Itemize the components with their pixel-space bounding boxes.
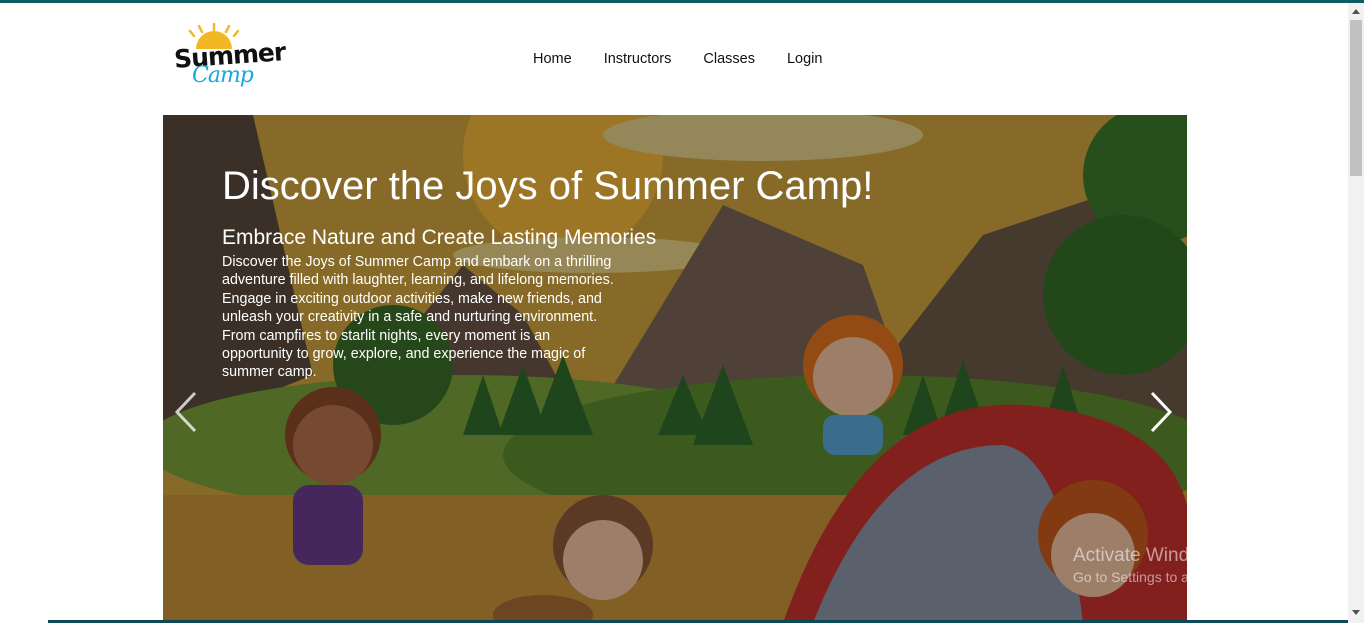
nav-instructors[interactable]: Instructors: [604, 51, 672, 67]
scrollbar-thumb[interactable]: [1350, 20, 1362, 176]
scroll-down-arrow-icon[interactable]: [1352, 610, 1360, 615]
nav-home[interactable]: Home: [533, 51, 572, 67]
main-nav: Home Instructors Classes Login: [533, 51, 854, 67]
scroll-up-arrow-icon[interactable]: [1352, 9, 1360, 14]
carousel-next-button[interactable]: [1146, 387, 1176, 437]
hero-subtitle: Embrace Nature and Create Lasting Memori…: [222, 226, 657, 249]
page-scrollbar[interactable]: [1348, 3, 1364, 623]
hero-title: Discover the Joys of Summer Camp!: [222, 164, 874, 208]
watermark-subtitle: Go to Settings to activate Windows.: [1073, 569, 1294, 585]
chevron-right-icon: [1150, 391, 1173, 433]
windows-activation-watermark: Activate Windows Go to Settings to activ…: [1073, 545, 1294, 585]
hero-carousel: Discover the Joys of Summer Camp! Embrac…: [163, 115, 1187, 623]
watermark-title: Activate Windows: [1073, 545, 1223, 566]
hero-description: Discover the Joys of Summer Camp and emb…: [222, 254, 614, 381]
carousel-prev-button[interactable]: [171, 387, 201, 437]
logo-word-camp: Camp: [192, 63, 254, 88]
nav-classes[interactable]: Classes: [703, 51, 755, 67]
chevron-left-icon: [174, 391, 197, 433]
nav-login[interactable]: Login: [787, 51, 822, 67]
hero-content: Discover the Joys of Summer Camp! Embrac…: [222, 163, 942, 382]
navbar: Summer Camp Home Instructors Classes Log…: [0, 3, 1348, 115]
site-logo[interactable]: Summer Camp: [170, 23, 286, 95]
